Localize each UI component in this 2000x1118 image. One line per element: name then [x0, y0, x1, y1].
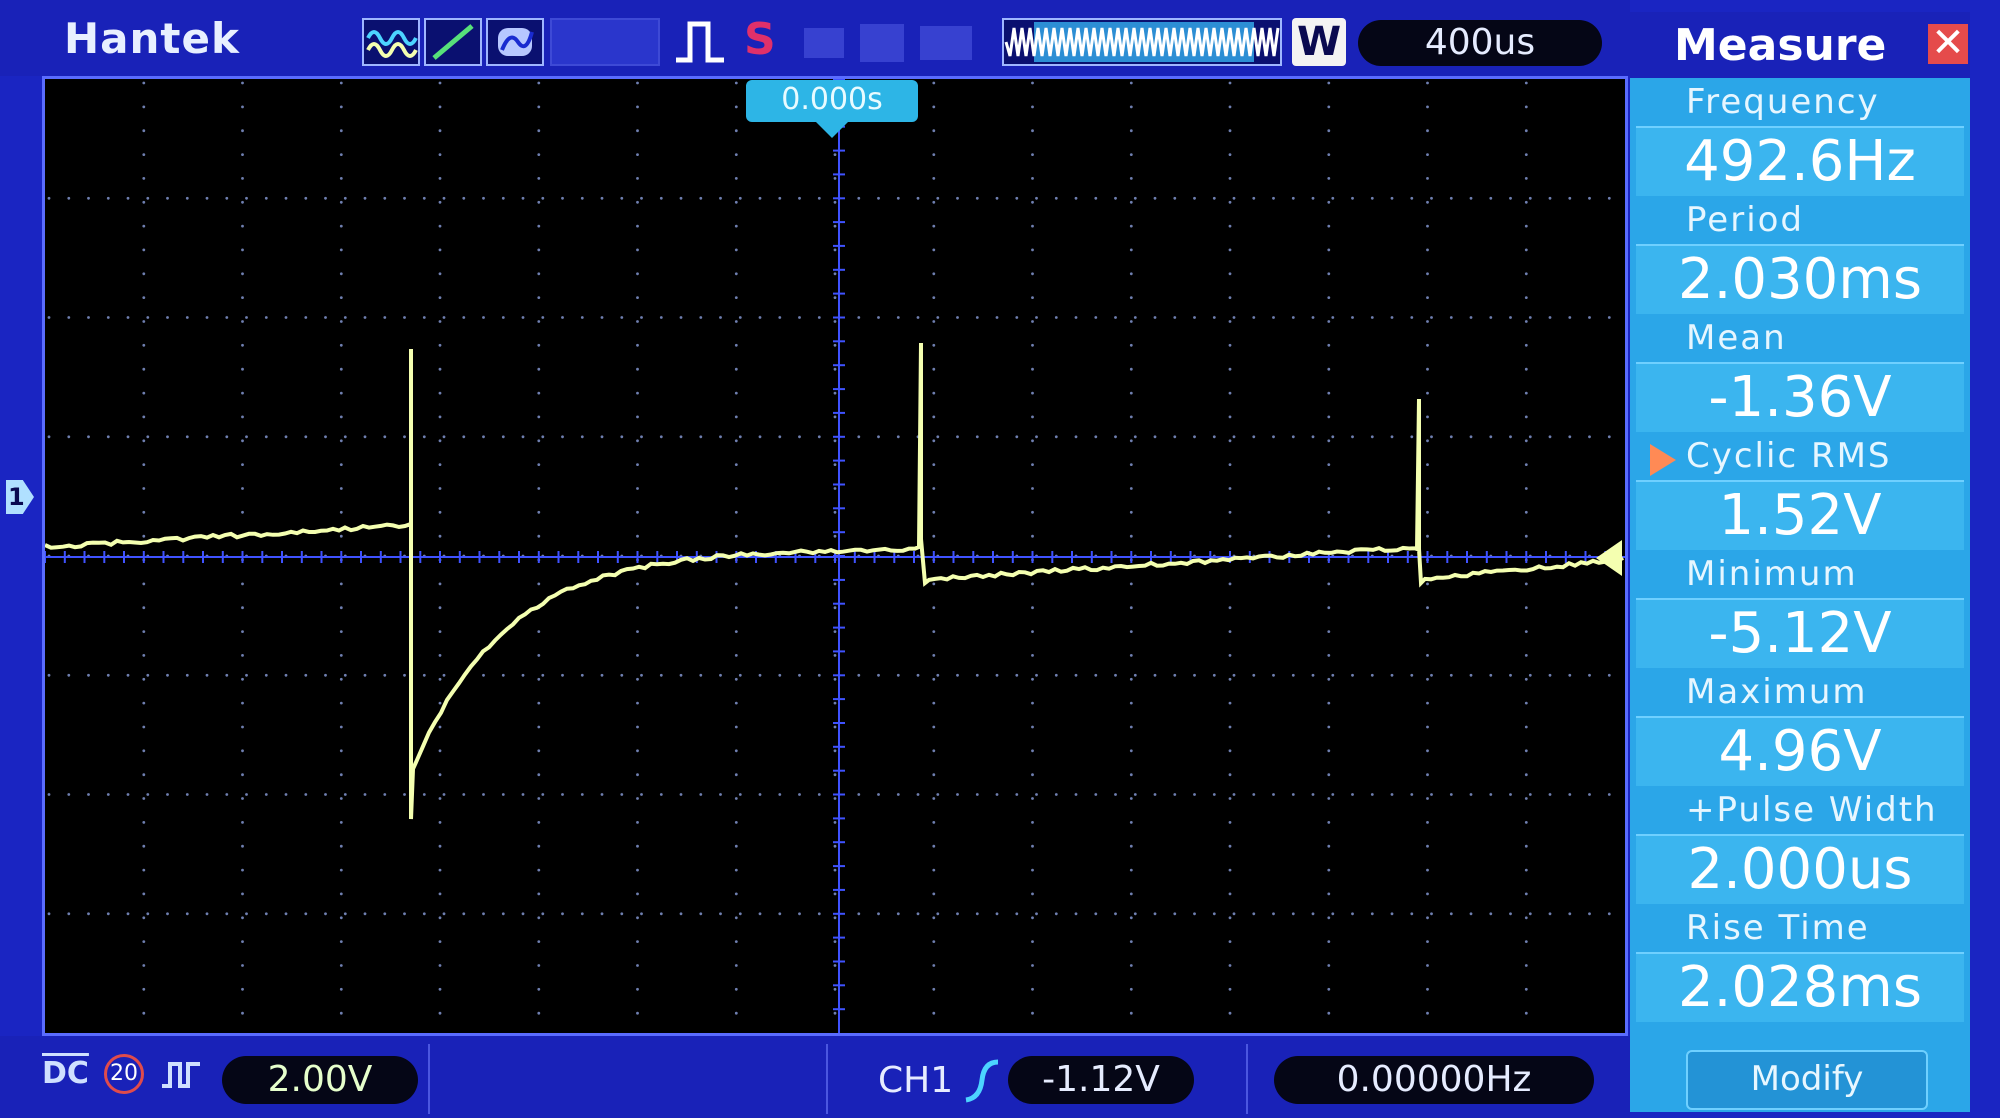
modify-button[interactable]: Modify [1686, 1050, 1928, 1110]
measure-value: 4.96V [1636, 716, 1964, 786]
trigger-channel-label[interactable]: CH1 [878, 1060, 953, 1101]
trigger-frequency-display: 0.00000Hz [1274, 1056, 1594, 1104]
brand-logo: Hantek [64, 14, 240, 63]
rising-edge-icon[interactable] [962, 1058, 1002, 1104]
measure-value: 1.52V [1636, 480, 1964, 550]
trigger-position-marker[interactable] [816, 122, 848, 138]
slope-icon[interactable] [424, 18, 482, 66]
measure-header: Measure ✕ [1630, 12, 1970, 78]
measure-value: 2.000us [1636, 834, 1964, 904]
measure-label: Cyclic RMS [1686, 436, 1892, 476]
measure-item-frequency[interactable]: Frequency 492.6Hz [1630, 82, 1970, 200]
divider [826, 1044, 828, 1114]
measure-item-pulse-width[interactable]: +Pulse Width 2.000us [1630, 790, 1970, 908]
measure-label: Maximum [1686, 672, 1868, 712]
persistence-icon[interactable] [486, 18, 544, 66]
measure-value: 2.030ms [1636, 244, 1964, 314]
measure-label: Period [1686, 200, 1804, 240]
measure-label: +Pulse Width [1686, 790, 1938, 830]
bottom-status-bar: DC 20 2.00V CH1 -1.12V 0.00000Hz [0, 1036, 1630, 1118]
status-slot [550, 18, 660, 66]
selection-arrow-icon [1650, 444, 1676, 476]
measure-value: 2.028ms [1636, 952, 1964, 1022]
divider [428, 1044, 430, 1114]
measure-label: Mean [1686, 318, 1787, 358]
w-mode-icon[interactable]: W [1292, 18, 1346, 66]
measure-label: Minimum [1686, 554, 1858, 594]
trigger-level-marker[interactable] [1596, 540, 1622, 576]
waveform-grid [45, 79, 1625, 1033]
usb-storage-icon [800, 18, 980, 66]
pulse-trigger-icon[interactable] [672, 18, 728, 66]
measure-item-maximum[interactable]: Maximum 4.96V [1630, 672, 1970, 790]
measure-item-cyclic-rms[interactable]: Cyclic RMS 1.52V [1630, 436, 1970, 554]
close-icon[interactable]: ✕ [1928, 24, 1968, 64]
bandwidth-limit-badge[interactable]: 20 [104, 1054, 144, 1094]
measure-value: -1.36V [1636, 362, 1964, 432]
oscilloscope-screen: Hantek S W 400us 0.000s 1 Measure ✕ Freq… [0, 0, 2000, 1118]
waveform-icon[interactable] [362, 18, 420, 66]
divider [1246, 1044, 1248, 1114]
volts-per-div-display[interactable]: 2.00V [222, 1056, 418, 1104]
measure-label: Frequency [1686, 82, 1880, 122]
measure-value: 492.6Hz [1636, 126, 1964, 196]
coupling-indicator[interactable]: DC [42, 1056, 89, 1091]
probe-icon [160, 1060, 202, 1090]
measure-title: Measure [1674, 20, 1886, 71]
memory-depth-icon [1002, 18, 1282, 66]
waveform-display[interactable] [42, 76, 1628, 1036]
measure-label: Rise Time [1686, 908, 1870, 948]
measure-panel: Measure ✕ Frequency 492.6Hz Period 2.030… [1630, 12, 1970, 1112]
trigger-time-label[interactable]: 0.000s [746, 80, 918, 122]
trigger-level-display[interactable]: -1.12V [1008, 1056, 1194, 1104]
measure-item-rise-time[interactable]: Rise Time 2.028ms [1630, 908, 1970, 1026]
stop-icon: S [744, 14, 776, 65]
measure-item-period[interactable]: Period 2.030ms [1630, 200, 1970, 318]
top-status-bar: Hantek S W 400us [0, 0, 1630, 76]
ch1-level-marker[interactable]: 1 [6, 480, 34, 514]
timebase-display[interactable]: 400us [1358, 20, 1602, 66]
measure-value: -5.12V [1636, 598, 1964, 668]
measure-item-minimum[interactable]: Minimum -5.12V [1630, 554, 1970, 672]
measure-item-mean[interactable]: Mean -1.36V [1630, 318, 1970, 436]
